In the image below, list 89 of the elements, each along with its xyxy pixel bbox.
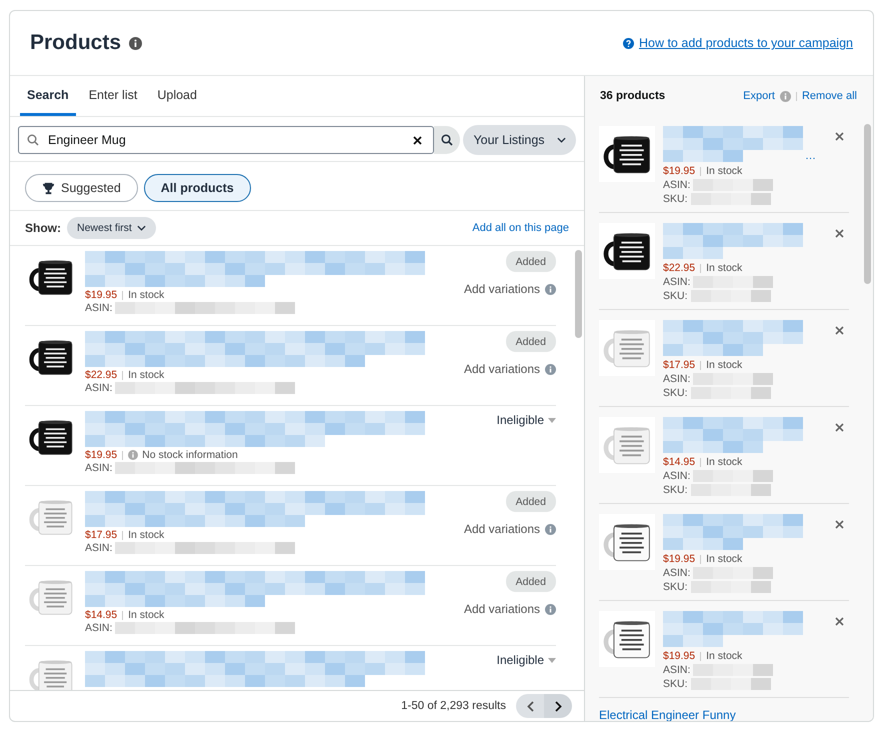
- added-button[interactable]: Added: [506, 331, 556, 352]
- caret-icon: [136, 225, 146, 231]
- show-label: Show:: [25, 221, 61, 235]
- asin-label: ASIN:: [663, 567, 690, 579]
- stock-status: In stock: [706, 650, 742, 662]
- asin-label: ASIN:: [85, 302, 112, 314]
- help-link[interactable]: How to add products to your campaign: [638, 36, 853, 50]
- previous-page-button[interactable]: [516, 694, 544, 718]
- info-icon[interactable]: [129, 36, 142, 50]
- sku-label: SKU:: [663, 678, 688, 690]
- caret-icon: [548, 418, 556, 422]
- chevron-right-icon: [554, 700, 562, 712]
- asin-label: ASIN:: [85, 622, 112, 634]
- search-field[interactable]: Engineer Mug: [18, 126, 434, 154]
- price: $17.95: [663, 359, 696, 371]
- results-count: 1-50 of 2,293 results: [401, 700, 506, 712]
- sku-label: SKU:: [663, 290, 688, 302]
- asin-label: ASIN:: [85, 542, 112, 554]
- page-title: Products: [30, 31, 122, 55]
- chevron-left-icon: [526, 700, 534, 712]
- remove-all-link[interactable]: Remove all: [802, 90, 857, 102]
- price: $14.95: [85, 609, 118, 621]
- tab[interactable]: Enter list: [82, 76, 144, 116]
- tab[interactable]: Search: [20, 76, 76, 116]
- added-button[interactable]: Added: [506, 491, 556, 512]
- price: $22.95: [663, 262, 696, 274]
- tab[interactable]: Upload: [150, 76, 204, 116]
- stock-status: In stock: [706, 359, 742, 371]
- add-variations-link[interactable]: Add variations: [464, 362, 540, 376]
- price: $19.95: [663, 165, 696, 177]
- caret-icon: [556, 137, 566, 143]
- close-icon[interactable]: [834, 423, 844, 432]
- stock-status: In stock: [128, 289, 164, 301]
- scrollbar[interactable]: [864, 124, 870, 284]
- price: $22.95: [85, 369, 118, 381]
- sku-label: SKU:: [663, 581, 688, 593]
- asin-label: ASIN:: [663, 373, 690, 385]
- clear-icon[interactable]: [413, 136, 422, 145]
- asin-label: ASIN:: [85, 462, 112, 474]
- export-link[interactable]: Export: [743, 90, 775, 102]
- add-variations-link[interactable]: Add variations: [464, 602, 540, 616]
- price: $19.95: [85, 449, 118, 461]
- close-icon[interactable]: [834, 326, 844, 335]
- sku-label: SKU:: [663, 387, 688, 399]
- search-icon: [27, 134, 39, 146]
- add-variations-link[interactable]: Add variations: [464, 522, 540, 536]
- close-icon[interactable]: [834, 132, 844, 141]
- stock-status: In stock: [128, 369, 164, 381]
- help-icon: [622, 38, 634, 48]
- trophy-icon: [42, 182, 55, 194]
- price: $19.95: [663, 553, 696, 565]
- asin-label: ASIN:: [85, 382, 112, 394]
- ineligible-dropdown[interactable]: Ineligible: [496, 653, 556, 667]
- stock-status: In stock: [706, 456, 742, 468]
- add-variations-link[interactable]: Add variations: [464, 282, 540, 296]
- scrollbar[interactable]: [574, 250, 582, 338]
- stock-status: In stock: [706, 262, 742, 274]
- ineligible-dropdown[interactable]: Ineligible: [496, 413, 556, 427]
- ellipsis: …: [805, 150, 816, 162]
- search-icon: [441, 134, 453, 146]
- sku-label: SKU:: [663, 484, 688, 496]
- added-button[interactable]: Added: [506, 251, 556, 272]
- close-icon[interactable]: [834, 229, 844, 238]
- asin-label: ASIN:: [663, 179, 690, 191]
- next-page-button[interactable]: [544, 694, 572, 718]
- price: $19.95: [663, 650, 696, 662]
- selected-count: 36 products: [600, 90, 666, 102]
- scope-dropdown[interactable]: Your Listings: [463, 125, 576, 155]
- price: $19.95: [85, 289, 118, 301]
- stock-status: In stock: [706, 553, 742, 565]
- close-icon[interactable]: [834, 520, 844, 529]
- stock-status: In stock: [128, 529, 164, 541]
- filter-pill[interactable]: Suggested: [25, 174, 138, 202]
- close-icon[interactable]: [834, 617, 844, 626]
- add-all-link[interactable]: Add all on this page: [472, 222, 569, 234]
- filter-pill[interactable]: All products: [144, 174, 251, 202]
- asin-label: ASIN:: [663, 470, 690, 482]
- caret-icon: [548, 658, 556, 662]
- price: $14.95: [663, 456, 696, 468]
- asin-label: ASIN:: [663, 664, 690, 676]
- stock-status: No stock information: [142, 449, 238, 461]
- sku-label: SKU:: [663, 193, 688, 205]
- added-button[interactable]: Added: [506, 571, 556, 592]
- search-button[interactable]: [434, 126, 460, 154]
- price: $17.95: [85, 529, 118, 541]
- stock-status: In stock: [706, 165, 742, 177]
- asin-label: ASIN:: [663, 276, 690, 288]
- sort-dropdown[interactable]: Newest first: [67, 217, 156, 239]
- stock-status: In stock: [128, 609, 164, 621]
